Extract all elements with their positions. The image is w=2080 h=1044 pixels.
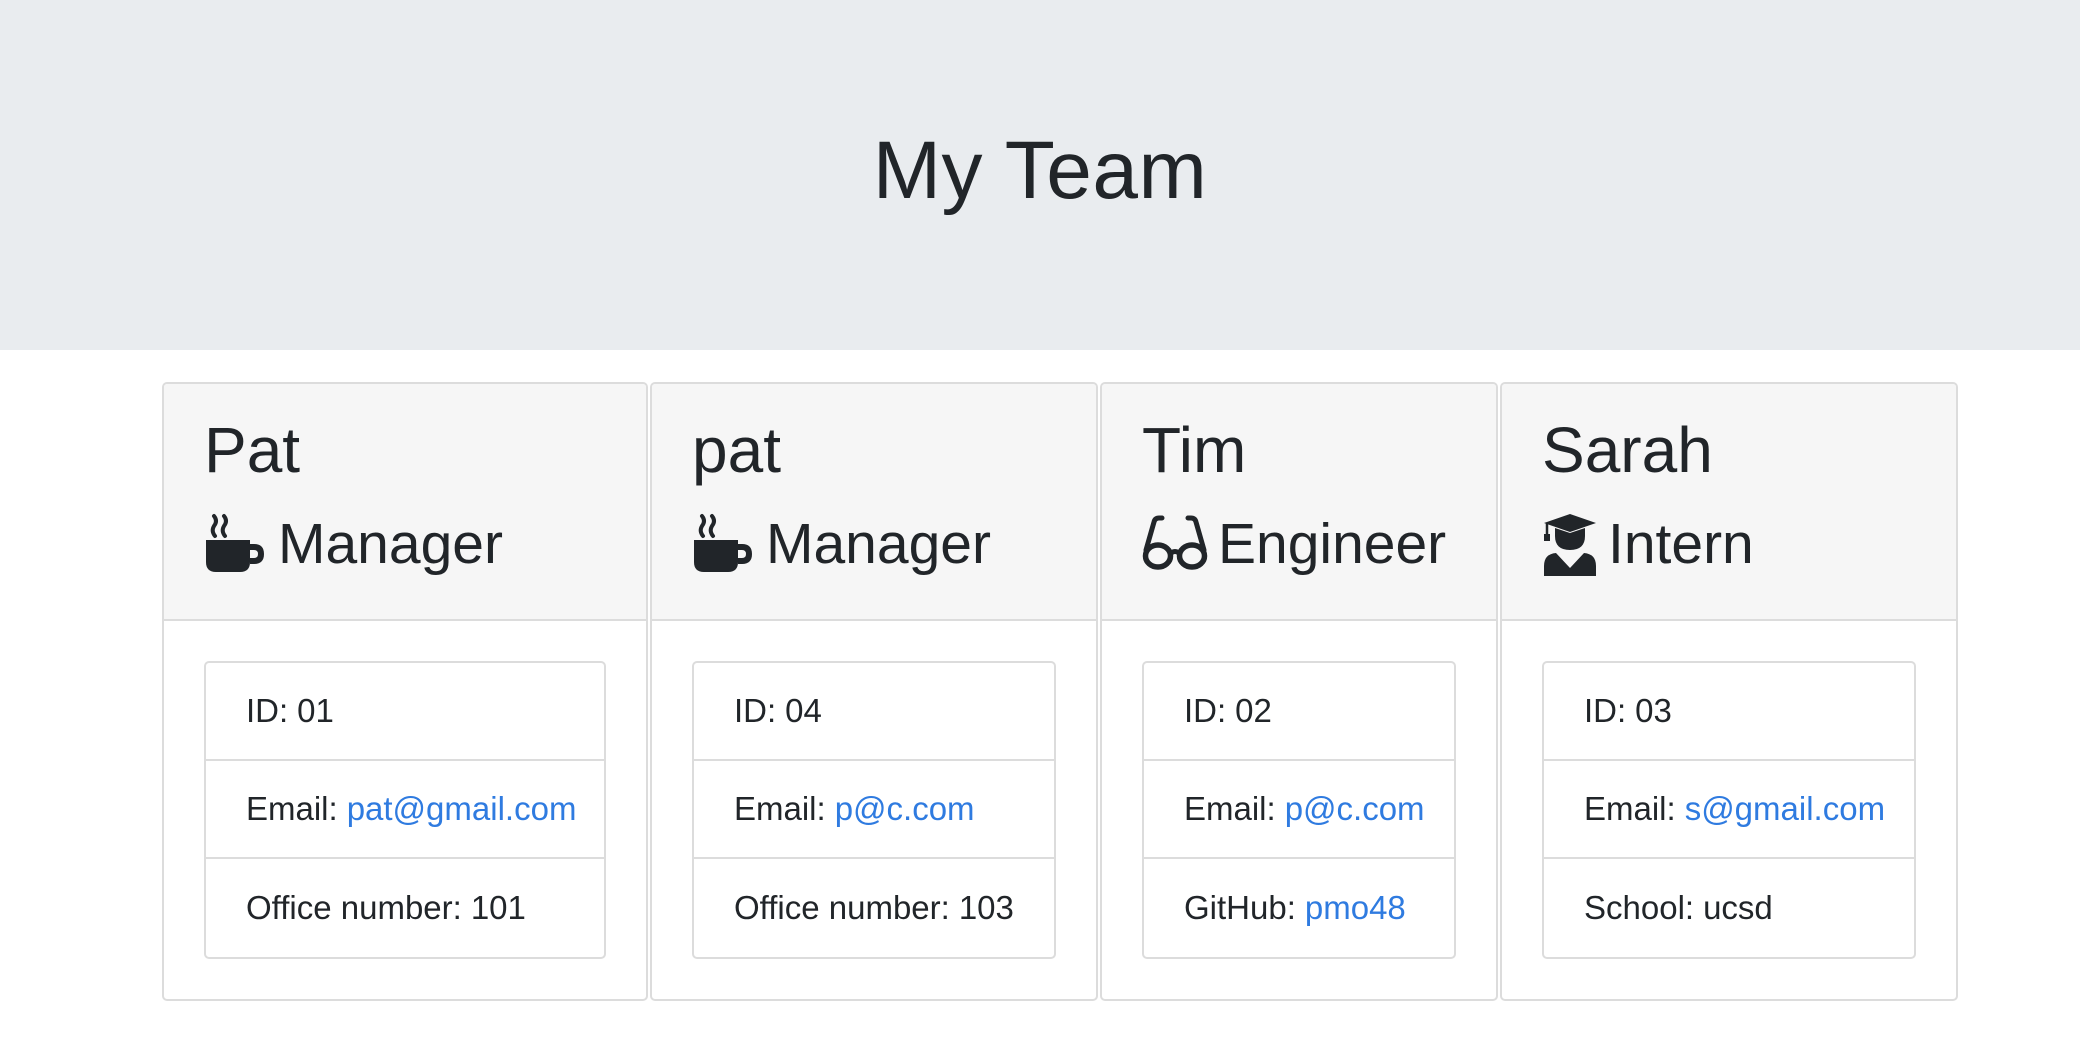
- employee-name: Pat: [204, 414, 301, 486]
- mug-hot-icon: [204, 512, 268, 576]
- id-value: 01: [297, 692, 334, 729]
- id-label: ID:: [1584, 692, 1627, 729]
- employee-card: Sarah Intern ID: 03 Email: s@gmail.com S…: [1500, 382, 1958, 1001]
- employee-name: pat: [692, 414, 781, 486]
- card-header: Tim Engineer: [1102, 384, 1496, 621]
- id-value: 04: [785, 692, 822, 729]
- employee-name: Tim: [1142, 414, 1247, 486]
- office-value: 101: [470, 889, 526, 926]
- employee-role: Engineer: [1142, 512, 1456, 576]
- employee-role: Intern: [1542, 512, 1916, 576]
- id-label: ID:: [246, 692, 289, 729]
- details-list: ID: 03 Email: s@gmail.com School: ucsd: [1542, 661, 1916, 959]
- card-body: ID: 03 Email: s@gmail.com School: ucsd: [1502, 621, 1956, 999]
- email-link[interactable]: pat@gmail.com: [347, 790, 577, 828]
- email-label: Email:: [246, 790, 338, 827]
- role-label: Engineer: [1218, 511, 1447, 576]
- card-body: ID: 02 Email: p@c.com GitHub: pmo48: [1102, 621, 1496, 999]
- list-item-email: Email: pat@gmail.com: [206, 761, 604, 859]
- role-label: Manager: [766, 511, 991, 576]
- card-body: ID: 01 Email: pat@gmail.com Office numbe…: [164, 621, 646, 999]
- list-item-id: ID: 02: [1144, 663, 1454, 761]
- list-item-id: ID: 03: [1544, 663, 1914, 761]
- card-header: Pat Manager: [164, 384, 646, 621]
- email-link[interactable]: p@c.com: [1285, 790, 1425, 828]
- list-item-email: Email: s@gmail.com: [1544, 761, 1914, 859]
- card-header: Sarah Intern: [1502, 384, 1956, 621]
- role-label: Manager: [278, 511, 503, 576]
- graduate-icon: [1542, 512, 1598, 576]
- id-label: ID:: [1184, 692, 1227, 729]
- list-item-github: GitHub: pmo48: [1144, 859, 1454, 957]
- id-label: ID:: [734, 692, 777, 729]
- list-item-office: Office number: 101: [206, 859, 604, 957]
- email-link[interactable]: p@c.com: [835, 790, 975, 828]
- list-item-email: Email: p@c.com: [1144, 761, 1454, 859]
- office-value: 103: [958, 889, 1014, 926]
- office-label: Office number:: [246, 889, 462, 926]
- details-list: ID: 02 Email: p@c.com GitHub: pmo48: [1142, 661, 1456, 959]
- list-item-school: School: ucsd: [1544, 859, 1914, 957]
- employee-name: Sarah: [1542, 414, 1713, 486]
- details-list: ID: 01 Email: pat@gmail.com Office numbe…: [204, 661, 606, 959]
- list-item-office: Office number: 103: [694, 859, 1054, 957]
- school-value: ucsd: [1703, 889, 1773, 926]
- list-item-email: Email: p@c.com: [694, 761, 1054, 859]
- employee-card: pat Manager ID: 04 Email: p@c.com Office…: [650, 382, 1098, 1001]
- email-label: Email:: [734, 790, 826, 827]
- school-label: School:: [1584, 889, 1695, 926]
- email-link[interactable]: s@gmail.com: [1685, 790, 1885, 828]
- mug-hot-icon: [692, 512, 756, 576]
- details-list: ID: 04 Email: p@c.com Office number: 103: [692, 661, 1056, 959]
- card-header: pat Manager: [652, 384, 1096, 621]
- github-label: GitHub:: [1184, 889, 1296, 926]
- role-label: Intern: [1608, 511, 1754, 576]
- id-value: 03: [1635, 692, 1672, 729]
- github-link[interactable]: pmo48: [1305, 889, 1406, 927]
- employee-role: Manager: [692, 512, 1056, 576]
- page-header: My Team: [0, 0, 2080, 350]
- employee-card: Pat Manager ID: 01 Email: pat@gmail.com …: [162, 382, 648, 1001]
- email-label: Email:: [1584, 790, 1676, 827]
- page-title: My Team: [872, 125, 1208, 216]
- team-cards: Pat Manager ID: 01 Email: pat@gmail.com …: [162, 382, 1960, 1001]
- employee-card: Tim Engineer ID: 02 Email: p@c.com GitHu…: [1100, 382, 1498, 1001]
- employee-role: Manager: [204, 512, 606, 576]
- id-value: 02: [1235, 692, 1272, 729]
- email-label: Email:: [1184, 790, 1276, 827]
- glasses-icon: [1142, 512, 1208, 576]
- office-label: Office number:: [734, 889, 950, 926]
- card-body: ID: 04 Email: p@c.com Office number: 103: [652, 621, 1096, 999]
- list-item-id: ID: 04: [694, 663, 1054, 761]
- list-item-id: ID: 01: [206, 663, 604, 761]
